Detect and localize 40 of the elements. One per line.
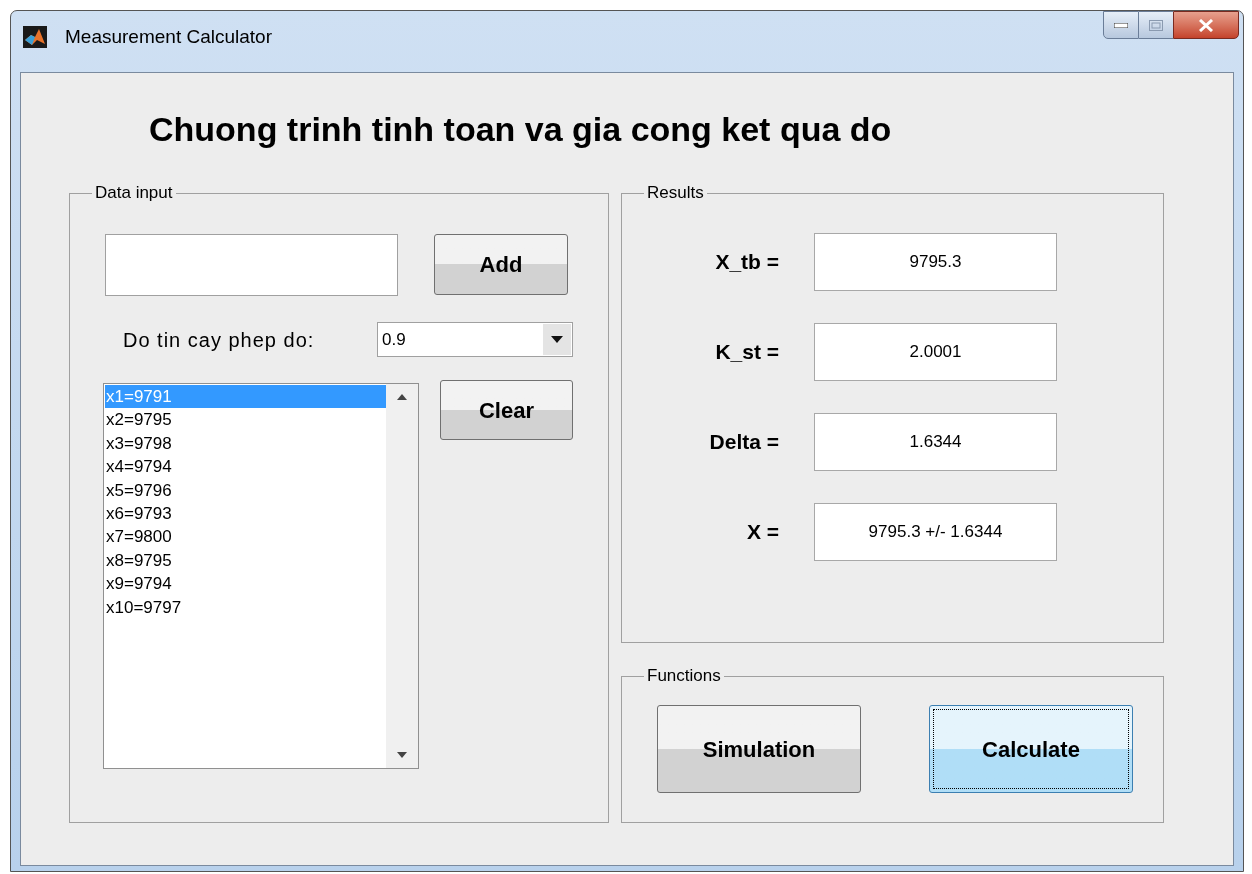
- list-item[interactable]: x10=9797: [105, 595, 386, 619]
- confidence-dropdown[interactable]: 0.9: [377, 322, 573, 357]
- result-label: K_st =: [714, 339, 779, 366]
- minimize-icon: [1114, 22, 1128, 28]
- result-label: Delta =: [708, 429, 779, 456]
- function-button[interactable]: Calculate: [929, 705, 1133, 793]
- list-item[interactable]: x9=9794: [105, 572, 386, 596]
- close-button[interactable]: [1173, 11, 1239, 39]
- list-item[interactable]: x5=9796: [105, 478, 386, 502]
- add-button[interactable]: Add: [434, 234, 568, 295]
- close-icon: [1198, 18, 1214, 32]
- list-item[interactable]: x6=9793: [105, 501, 386, 526]
- list-box[interactable]: x1=9791 x2=9795 x3=9798 x4=9794 x5=9796 x6=9793 x7=9800 x8=9795 x9=9794 x10=9797: [103, 383, 419, 769]
- confidence-label: Do tin cay phep do:: [123, 327, 315, 353]
- list-item[interactable]: x3=9798: [105, 431, 386, 456]
- heading: Chuong trinh tinh toan va gia cong ket qua do: [149, 110, 892, 148]
- panel-title: Data input: [92, 183, 176, 203]
- input-field[interactable]: [105, 234, 398, 296]
- maximize-icon: [1149, 19, 1163, 31]
- result-field: 1.6344: [814, 413, 1057, 471]
- minimize-button[interactable]: [1103, 11, 1139, 39]
- scrollbar[interactable]: [386, 384, 418, 768]
- result-field: 9795.3 +/- 1.6344: [814, 503, 1057, 561]
- list-item[interactable]: x2=9795: [105, 408, 386, 432]
- maximize-button[interactable]: [1139, 11, 1173, 39]
- list-item[interactable]: x8=9795: [105, 548, 386, 573]
- result-field: 9795.3: [814, 233, 1057, 291]
- list-item[interactable]: x4=9794: [105, 455, 386, 479]
- scroll-down-icon: [397, 752, 407, 758]
- list-item[interactable]: x7=9800: [105, 525, 386, 549]
- window-title: Measurement Calculator: [65, 25, 272, 49]
- dropdown-arrow-icon: [551, 336, 563, 343]
- result-label: X_tb =: [714, 249, 779, 276]
- app-logo-icon: [23, 26, 47, 48]
- dropdown-value: 0.9: [381, 328, 407, 351]
- function-button[interactable]: Simulation: [657, 705, 861, 793]
- clear-button[interactable]: Clear: [440, 380, 573, 440]
- result-label: X =: [745, 519, 779, 546]
- result-field: 2.0001: [814, 323, 1057, 381]
- scroll-up-icon: [397, 394, 407, 400]
